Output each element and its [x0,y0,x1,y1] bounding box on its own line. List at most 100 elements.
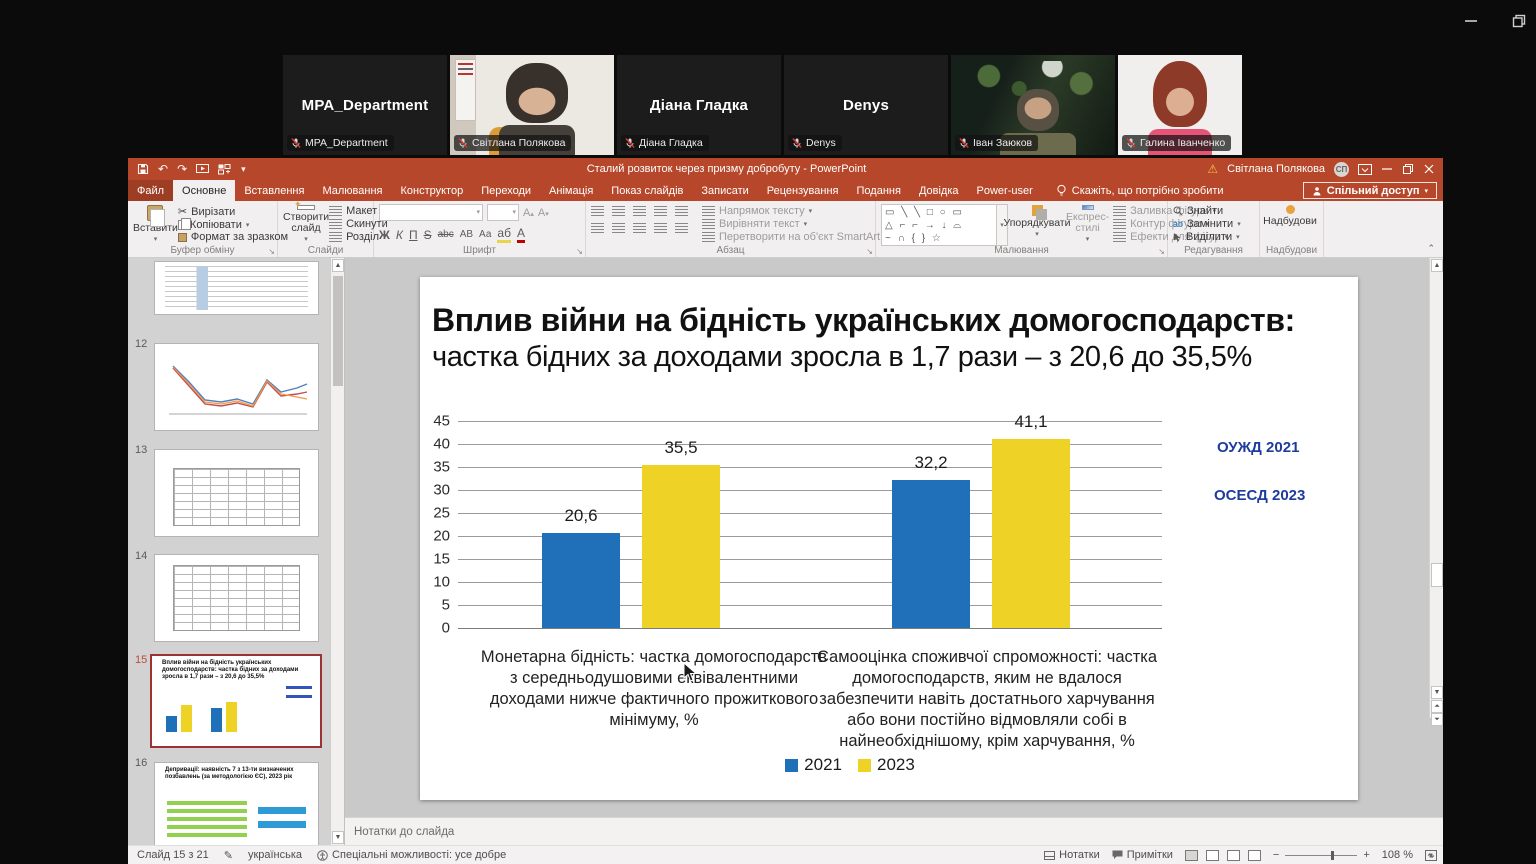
strikethrough-icon[interactable]: S [424,228,432,242]
zoom-slider-thumb[interactable] [1331,851,1334,860]
scrollbar-thumb[interactable] [333,276,343,386]
grid-tool-icon[interactable] [218,164,232,175]
ribbon-tab[interactable]: Основне [173,180,235,201]
current-slide[interactable]: Вплив війни на бідність українських домо… [420,277,1358,800]
normal-view-icon[interactable] [1185,850,1198,861]
ribbon-tab[interactable]: Файл [128,180,173,201]
decrease-indent-icon[interactable] [633,206,646,216]
format-painter-button[interactable]: Формат за зразком [178,231,288,243]
font-size-combo[interactable] [487,204,519,221]
character-spacing-icon[interactable]: АВ [460,229,473,240]
arrange-button[interactable]: Упорядкувати▾ [1008,204,1066,244]
tell-me-box[interactable]: Скажіть, що потрібно зробити [1056,180,1224,201]
notes-panel[interactable]: Нотатки до слайда [345,817,1443,845]
scroll-down-icon[interactable]: ▼ [1431,686,1443,699]
drawing-dialog-launcher[interactable]: ↘ [1158,247,1165,256]
slide-scrollbar[interactable]: ▲ ▼ ⏶ ⏷ [1429,258,1443,718]
start-slideshow-icon[interactable] [196,164,209,175]
zoom-in-icon[interactable]: + [1363,849,1369,861]
slideshow-view-icon[interactable] [1248,850,1261,861]
copy-button[interactable]: Копіювати▾ [178,219,288,231]
cut-button[interactable]: ✂Вирізати [178,205,288,218]
notes-toggle-button[interactable]: Нотатки [1044,849,1100,861]
participant-tile[interactable]: Іван Заюков [951,55,1115,155]
redo-icon[interactable]: ↷ [177,162,187,176]
paste-button[interactable]: Вставити▾ [133,204,178,244]
select-button[interactable]: Виділити▾ [1173,231,1241,243]
paragraph-dialog-launcher[interactable]: ↘ [866,247,873,256]
ribbon-tab[interactable]: Конструктор [391,180,472,201]
text-highlight-icon[interactable]: аб [497,226,511,243]
participant-tile[interactable]: Галина Іванченко [1118,55,1242,155]
ribbon-tab[interactable]: Подання [848,180,910,201]
bold-icon[interactable]: Ж [379,228,390,242]
slide-11-thumbnail-partial[interactable] [155,262,318,314]
align-text-button[interactable]: Вирівняти текст▾ [702,218,880,230]
undo-icon[interactable]: ↶ [158,162,168,176]
change-case-icon[interactable]: Аа [479,229,491,240]
line-spacing-icon[interactable] [675,206,688,216]
ribbon-tab[interactable]: Записати [692,180,757,201]
zoom-slider-track[interactable] [1285,855,1357,856]
ribbon-tab[interactable]: Вставлення [235,180,313,201]
reading-view-icon[interactable] [1227,850,1240,861]
previous-slide-icon[interactable]: ⏶ [1431,700,1443,713]
shrink-font-icon[interactable]: А▾ [538,207,549,219]
font-dialog-launcher[interactable]: ↘ [576,247,583,256]
bullets-icon[interactable] [591,206,604,216]
slide-13-thumbnail[interactable] [155,450,318,536]
restore-app-icon[interactable] [1402,163,1414,175]
slide-14-thumbnail[interactable] [155,555,318,641]
align-right-icon[interactable] [633,223,646,233]
justify-icon[interactable] [654,223,667,233]
slide-16-thumbnail[interactable]: Депривації: наявність 7 з 13-ти визначен… [155,763,318,845]
scroll-up-icon[interactable]: ▲ [332,259,344,272]
slide-sorter-view-icon[interactable] [1206,850,1219,861]
ribbon-tab[interactable]: Power-user [968,180,1042,201]
abc-strikethrough-icon[interactable]: abc [438,229,454,240]
scrollbar-thumb[interactable] [1431,563,1443,587]
comments-toggle-button[interactable]: Примітки [1112,849,1173,861]
new-slide-button[interactable]: Створити слайд▾ [283,204,329,244]
numbering-icon[interactable] [612,206,625,216]
language-indicator[interactable]: українська [248,849,302,861]
clipboard-dialog-launcher[interactable]: ↘ [268,247,275,256]
replace-button[interactable]: abЗамінити▾ [1173,218,1241,230]
close-app-icon[interactable] [1423,163,1435,175]
participant-tile[interactable]: Діана ГладкаДіана Гладка [617,55,781,155]
signed-in-user[interactable]: Світлана Полякова [1227,163,1325,175]
smartart-button[interactable]: Перетворити на об'єкт SmartArt [702,231,880,243]
participant-tile[interactable]: Світлана Полякова [450,55,614,155]
zoom-level[interactable]: 108 % [1382,849,1413,861]
ribbon-tab[interactable]: Переходи [472,180,540,201]
spellcheck-icon[interactable]: ✎ [224,849,233,862]
quick-styles-button[interactable]: Експрес-стилі▾ [1066,204,1109,244]
customize-qat-icon[interactable]: ▾ [241,164,246,175]
participant-tile[interactable]: MPA_DepartmentMPA_Department [283,55,447,155]
participant-tile[interactable]: DenysDenys [784,55,948,155]
increase-indent-icon[interactable] [654,206,667,216]
user-avatar[interactable]: СП [1334,162,1349,177]
align-left-icon[interactable] [591,223,604,233]
ribbon-tab[interactable]: Показ слайдів [602,180,692,201]
slide-12-thumbnail[interactable] [155,344,318,430]
ribbon-tab[interactable]: Малювання [313,180,391,201]
fit-slide-icon[interactable] [1425,850,1437,861]
scroll-up-icon[interactable]: ▲ [1431,259,1443,272]
slide-15-thumbnail-selected[interactable]: Вплив війни на бідність українських домо… [152,656,320,746]
grow-font-icon[interactable]: А▴ [523,207,534,219]
scroll-down-icon[interactable]: ▼ [332,831,344,844]
accessibility-status[interactable]: Спеціальні можливості: усе добре [317,849,506,861]
font-name-combo[interactable] [379,204,483,221]
thumbnail-scrollbar[interactable]: ▲ ▼ [330,258,344,845]
underline-icon[interactable]: П [409,228,418,242]
shapes-gallery[interactable]: ▭ ╲ ╲ □ ○ ▭ △ ⌐ ⌐ → ↓ ⌓ ~ ∩ { } ☆ [881,204,997,246]
restore-window-icon[interactable] [1510,12,1528,30]
minimize-app-icon[interactable] [1381,163,1393,175]
share-button[interactable]: Спільний доступ ▾ [1303,182,1437,199]
minimize-window-icon[interactable] [1462,12,1480,30]
addins-button[interactable]: Надбудови [1265,204,1315,244]
next-slide-icon[interactable]: ⏷ [1431,713,1443,726]
text-direction-button[interactable]: Напрямок тексту▾ [702,205,880,217]
find-button[interactable]: Знайти [1173,205,1241,217]
